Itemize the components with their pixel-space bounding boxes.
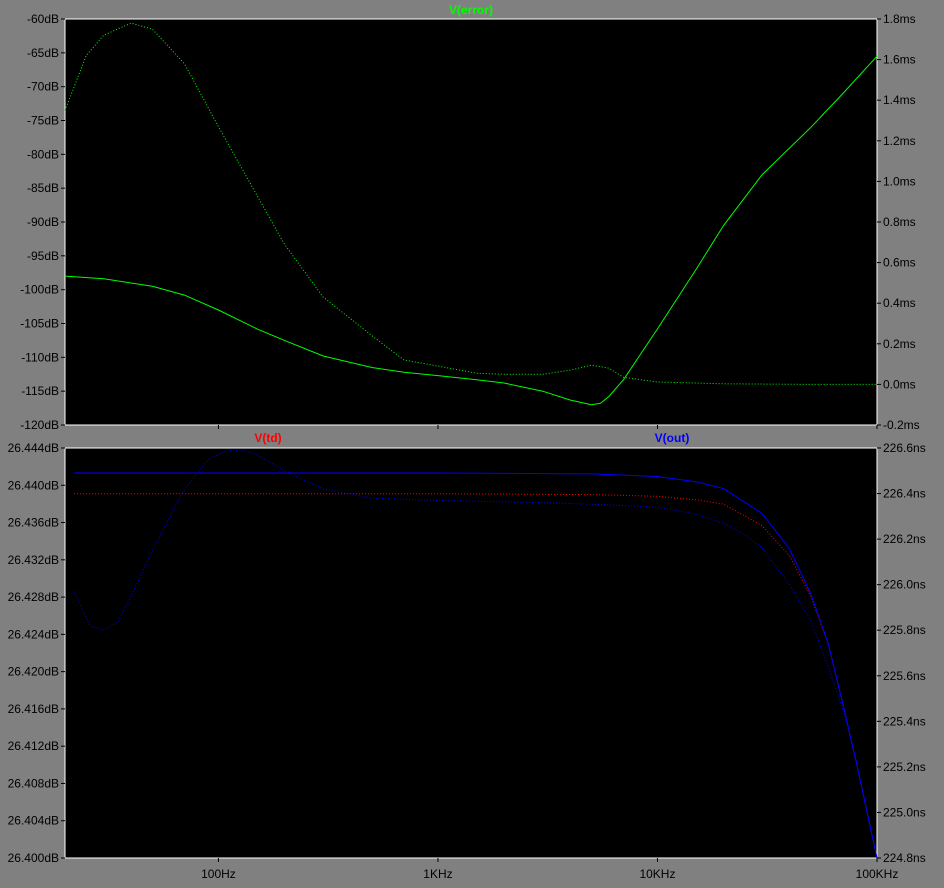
y-left-tick-label: 26.404dB bbox=[8, 814, 59, 828]
y-right-tick-label: 0.2ms bbox=[883, 337, 916, 351]
y-left-tick-label: 26.428dB bbox=[8, 590, 59, 604]
y-left-tick-label: -85dB bbox=[27, 181, 59, 195]
y-left-tick-label: -75dB bbox=[27, 114, 59, 128]
y-right-tick-label: 0.8ms bbox=[883, 215, 916, 229]
y-right-tick-label: 1.6ms bbox=[883, 53, 916, 67]
y-left-tick-label: 26.420dB bbox=[8, 665, 59, 679]
y-left-tick-label: -105dB bbox=[20, 317, 59, 331]
y-left-tick-label: 26.444dB bbox=[8, 441, 59, 455]
y-right-tick-label: 0.0ms bbox=[883, 377, 916, 391]
y-right-tick-label: 225.6ns bbox=[883, 669, 926, 683]
waveform-viewer: -60dB -65dB -70dB -75dB -80dB -85dB -90dB -95dB… bbox=[0, 0, 944, 883]
plot-canvas[interactable]: -60dB -65dB -70dB -75dB -80dB -85dB -90dB -95dB… bbox=[0, 0, 944, 883]
y-right-tick-label: 1.8ms bbox=[883, 12, 916, 26]
y-right-tick-label: 226.0ns bbox=[883, 578, 926, 592]
y-right-tick-label: 224.8ns bbox=[883, 851, 926, 865]
y-left-tick-label: -60dB bbox=[27, 12, 59, 26]
y-left-tick-label: 26.440dB bbox=[8, 478, 59, 492]
y-left-tick-label: -100dB bbox=[20, 283, 59, 297]
y-right-tick-label: -0.2ms bbox=[883, 418, 920, 432]
y-left-tick-label: 26.436dB bbox=[8, 516, 59, 530]
y-right-tick-label: 225.0ns bbox=[883, 805, 926, 819]
y-left-tick-label: 26.432dB bbox=[8, 553, 59, 567]
x-tick-label: 100Hz bbox=[201, 867, 236, 881]
y-right-tick-label: 1.0ms bbox=[883, 174, 916, 188]
y-right-tick-label: 1.2ms bbox=[883, 134, 916, 148]
y-left-tick-label: -110dB bbox=[21, 350, 59, 364]
y-left-tick-label: -120dB bbox=[20, 418, 59, 432]
y-left-tick-label: -115dB bbox=[21, 384, 59, 398]
y-right-tick-label: 226.2ns bbox=[883, 532, 926, 546]
y-right-tick-label: 226.6ns bbox=[883, 441, 926, 455]
y-right-tick-label: 225.4ns bbox=[883, 714, 926, 728]
y-right-tick-label: 225.2ns bbox=[883, 760, 926, 774]
x-tick-label: 100KHz bbox=[856, 867, 899, 881]
y-left-tick-label: -65dB bbox=[27, 46, 59, 60]
legend-label: V(error) bbox=[449, 3, 493, 17]
y-left-tick-label: -70dB bbox=[27, 80, 59, 94]
y-left-tick-label: 26.400dB bbox=[8, 851, 59, 865]
y-right-tick-label: 1.4ms bbox=[883, 93, 916, 107]
y-right-tick-label: 0.4ms bbox=[883, 296, 916, 310]
y-left-tick-label: -80dB bbox=[27, 147, 59, 161]
x-tick-label: 10KHz bbox=[639, 867, 675, 881]
legend-label: V(td) bbox=[254, 431, 281, 445]
y-right-tick-label: 0.6ms bbox=[883, 256, 916, 270]
y-right-tick-label: 226.4ns bbox=[883, 487, 926, 501]
y-left-tick-label: 26.424dB bbox=[8, 627, 59, 641]
y-left-tick-label: 26.412dB bbox=[8, 739, 59, 753]
x-tick-label: 1KHz bbox=[423, 867, 452, 881]
y-left-tick-label: 26.416dB bbox=[8, 702, 59, 716]
plot-pane-1[interactable] bbox=[64, 18, 878, 426]
y-left-tick-label: -95dB bbox=[27, 249, 59, 263]
legend-label: V(out) bbox=[655, 431, 690, 445]
y-left-tick-label: 26.408dB bbox=[8, 776, 59, 790]
y-left-tick-label: -90dB bbox=[27, 215, 59, 229]
y-right-tick-label: 225.8ns bbox=[883, 623, 926, 637]
